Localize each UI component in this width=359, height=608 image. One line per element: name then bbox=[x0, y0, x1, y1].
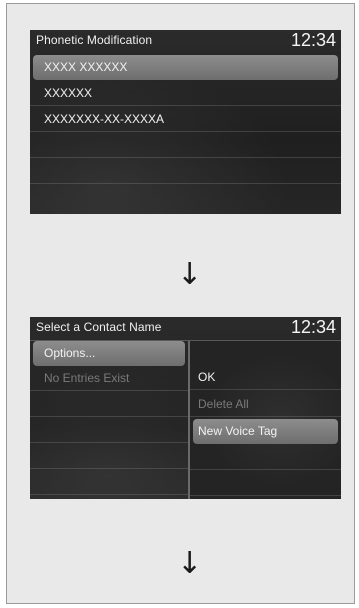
new-voice-tag-label: New Voice Tag bbox=[198, 424, 278, 438]
delete-all-menu-item: Delete All bbox=[190, 392, 341, 417]
ok-label: OK bbox=[198, 370, 216, 384]
list-item-empty bbox=[30, 418, 188, 443]
screen-title: Phonetic Modification bbox=[36, 33, 153, 47]
no-entries-label: No Entries Exist bbox=[44, 371, 130, 385]
options-button[interactable]: Options... bbox=[33, 341, 185, 366]
instruction-panel: Phonetic Modification 12:34 XXXX XXXXXX … bbox=[6, 3, 355, 604]
list-item-empty bbox=[30, 133, 341, 158]
list-item-label: XXXXXX bbox=[44, 86, 93, 100]
screen-title: Select a Contact Name bbox=[36, 320, 162, 334]
list-item-contact-1[interactable]: XXXX XXXXXX bbox=[33, 55, 338, 80]
contact-list-column: Options... No Entries Exist bbox=[30, 341, 188, 499]
options-label: Options... bbox=[44, 346, 96, 360]
list-item-label: XXXXXXX-XX-XXXXA bbox=[44, 112, 165, 126]
phonetic-modification-screen: Phonetic Modification 12:34 XXXX XXXXXX … bbox=[30, 30, 341, 214]
options-menu-column: OK Delete All New Voice Tag bbox=[190, 341, 341, 499]
clock: 12:34 bbox=[290, 317, 336, 337]
title-bar: Select a Contact Name 12:34 bbox=[30, 317, 341, 339]
list-item-empty bbox=[190, 445, 341, 470]
select-contact-name-screen: Select a Contact Name 12:34 Options... N… bbox=[30, 317, 341, 499]
list-item-contact-3[interactable]: XXXXXXX-XX-XXXXA bbox=[30, 107, 341, 132]
clock: 12:34 bbox=[290, 30, 336, 50]
list-item-empty bbox=[30, 392, 188, 417]
ok-menu-item[interactable]: OK bbox=[190, 365, 341, 390]
list-item-label: XXXX XXXXXX bbox=[44, 60, 128, 74]
down-arrow-icon: ↓ bbox=[177, 257, 203, 292]
list-item-contact-2[interactable]: XXXXXX bbox=[30, 81, 341, 106]
list-item-empty bbox=[30, 444, 188, 469]
list-item-empty bbox=[190, 471, 341, 496]
delete-all-label: Delete All bbox=[198, 397, 249, 411]
title-bar: Phonetic Modification 12:34 bbox=[30, 30, 341, 52]
list-item-empty bbox=[30, 470, 188, 495]
down-arrow-icon: ↓ bbox=[177, 546, 203, 581]
no-entries-item: No Entries Exist bbox=[30, 366, 188, 391]
new-voice-tag-menu-item[interactable]: New Voice Tag bbox=[193, 419, 338, 444]
list-item-empty bbox=[30, 159, 341, 184]
